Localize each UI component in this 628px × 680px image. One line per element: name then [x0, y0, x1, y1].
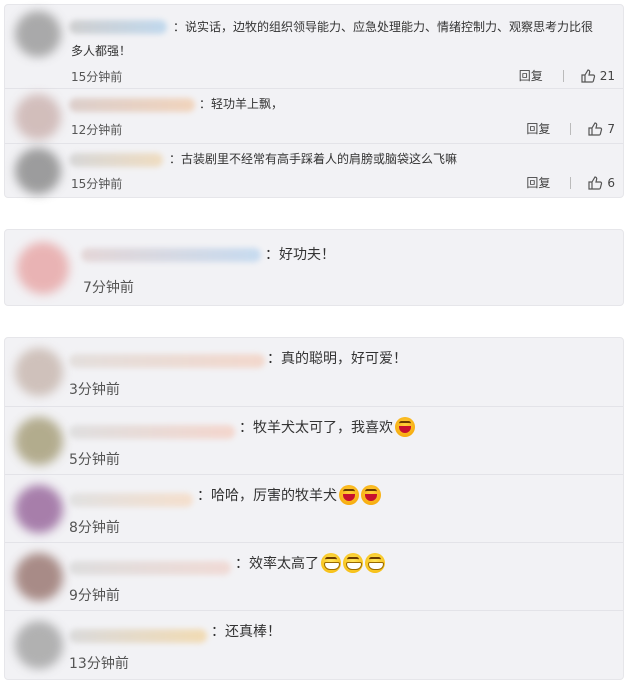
avatar[interactable]	[15, 148, 61, 194]
divider	[562, 69, 564, 82]
username-blurred[interactable]	[69, 425, 235, 439]
like-button[interactable]: 6	[587, 175, 615, 191]
comment-group-2: ：好功夫！ 7分钟前	[4, 229, 624, 306]
reply-button[interactable]: 回复	[526, 120, 550, 137]
comment-actions: 回复 21	[519, 67, 615, 84]
thumbs-up-icon	[581, 68, 595, 83]
comment-text: 多人都强！	[71, 44, 132, 58]
like-count: 6	[607, 175, 615, 190]
comment-text: ：还真棒！	[211, 624, 281, 640]
divider	[570, 176, 572, 189]
username-blurred[interactable]	[69, 629, 207, 643]
comment-item: ：哈哈，厉害的牧羊犬 8分钟前	[5, 474, 623, 542]
reply-button[interactable]: 回复	[519, 67, 543, 84]
username-blurred[interactable]	[69, 493, 193, 507]
avatar[interactable]	[15, 553, 63, 601]
comment-group-1: ：说实话，边牧的组织领导能力、应急处理能力、情绪控制力、观察思考力比很 多人都强…	[4, 4, 624, 198]
comment-item: ：说实话，边牧的组织领导能力、应急处理能力、情绪控制力、观察思考力比很 多人都强…	[5, 5, 623, 88]
comment-item: ：牧羊犬太可了，我喜欢 5分钟前	[5, 406, 623, 474]
laughing-emoji-icon	[395, 417, 415, 437]
like-button[interactable]: 7	[587, 121, 615, 137]
comment-text: ：效率太高了	[235, 553, 385, 575]
comment-text-body: ：效率太高了	[235, 556, 319, 572]
thumbs-up-icon	[588, 175, 603, 190]
username-blurred[interactable]	[69, 354, 265, 368]
avatar[interactable]	[15, 94, 61, 140]
comment-time: 9分钟前	[69, 588, 120, 604]
comment-time: 8分钟前	[69, 520, 120, 536]
comment-time: 15分钟前	[71, 177, 123, 191]
avatar[interactable]	[15, 348, 63, 396]
comment-actions: 回复 7	[526, 120, 615, 137]
comment-item: ：好功夫！ 7分钟前	[5, 230, 623, 305]
username-blurred[interactable]	[81, 248, 261, 262]
comment-item: ：真的聪明，好可爱！ 3分钟前	[5, 338, 623, 406]
username-blurred[interactable]	[69, 561, 231, 575]
like-count: 21	[599, 68, 615, 83]
avatar[interactable]	[15, 11, 61, 57]
like-count: 7	[607, 121, 615, 136]
username-blurred[interactable]	[69, 153, 163, 167]
avatar[interactable]	[15, 621, 63, 669]
reply-button[interactable]: 回复	[526, 174, 550, 191]
comment-time: 3分钟前	[69, 382, 120, 398]
comment-item: ：古装剧里不经常有高手踩着人的肩膀或脑袋这么飞嘛 15分钟前 回复 6	[5, 143, 623, 197]
username-blurred[interactable]	[69, 20, 167, 34]
comment-text: ：说实话，边牧的组织领导能力、应急处理能力、情绪控制力、观察思考力比很	[173, 20, 594, 34]
grinning-emoji-icon	[321, 553, 341, 573]
comment-text: ：轻功羊上飘，	[199, 97, 284, 111]
comment-item: ：轻功羊上飘， 12分钟前 回复 7	[5, 88, 623, 143]
comment-text: ：真的聪明，好可爱！	[267, 351, 407, 367]
comment-text: ：古装剧里不经常有高手踩着人的肩膀或脑袋这么飞嘛	[169, 152, 458, 166]
avatar[interactable]	[15, 417, 63, 465]
comment-actions: 回复 6	[526, 174, 615, 191]
divider	[570, 122, 572, 135]
comment-item: ：还真棒！ 13分钟前	[5, 610, 623, 677]
laughing-emoji-icon	[339, 485, 359, 505]
avatar[interactable]	[17, 242, 69, 294]
grinning-emoji-icon	[343, 553, 363, 573]
comment-text-body: ：哈哈，厉害的牧羊犬	[197, 488, 337, 504]
thumbs-up-icon	[588, 121, 603, 136]
comment-time: 13分钟前	[69, 656, 129, 672]
comment-group-3: ：真的聪明，好可爱！ 3分钟前 ：牧羊犬太可了，我喜欢 5分钟前 ：哈哈，厉害的…	[4, 337, 624, 680]
avatar[interactable]	[15, 485, 63, 533]
grinning-emoji-icon	[365, 553, 385, 573]
comment-time: 15分钟前	[71, 70, 123, 84]
comment-text: ：哈哈，厉害的牧羊犬	[197, 485, 381, 507]
comment-time: 12分钟前	[71, 123, 123, 137]
laughing-emoji-icon	[361, 485, 381, 505]
comment-item: ：效率太高了 9分钟前	[5, 542, 623, 610]
comment-text-body: ：牧羊犬太可了，我喜欢	[239, 420, 393, 436]
comment-time: 5分钟前	[69, 452, 120, 468]
username-blurred[interactable]	[69, 98, 195, 112]
comment-text: ：牧羊犬太可了，我喜欢	[239, 417, 415, 439]
comment-time: 7分钟前	[83, 280, 134, 296]
like-button[interactable]: 21	[580, 68, 615, 84]
comment-text: ：好功夫！	[265, 247, 335, 263]
